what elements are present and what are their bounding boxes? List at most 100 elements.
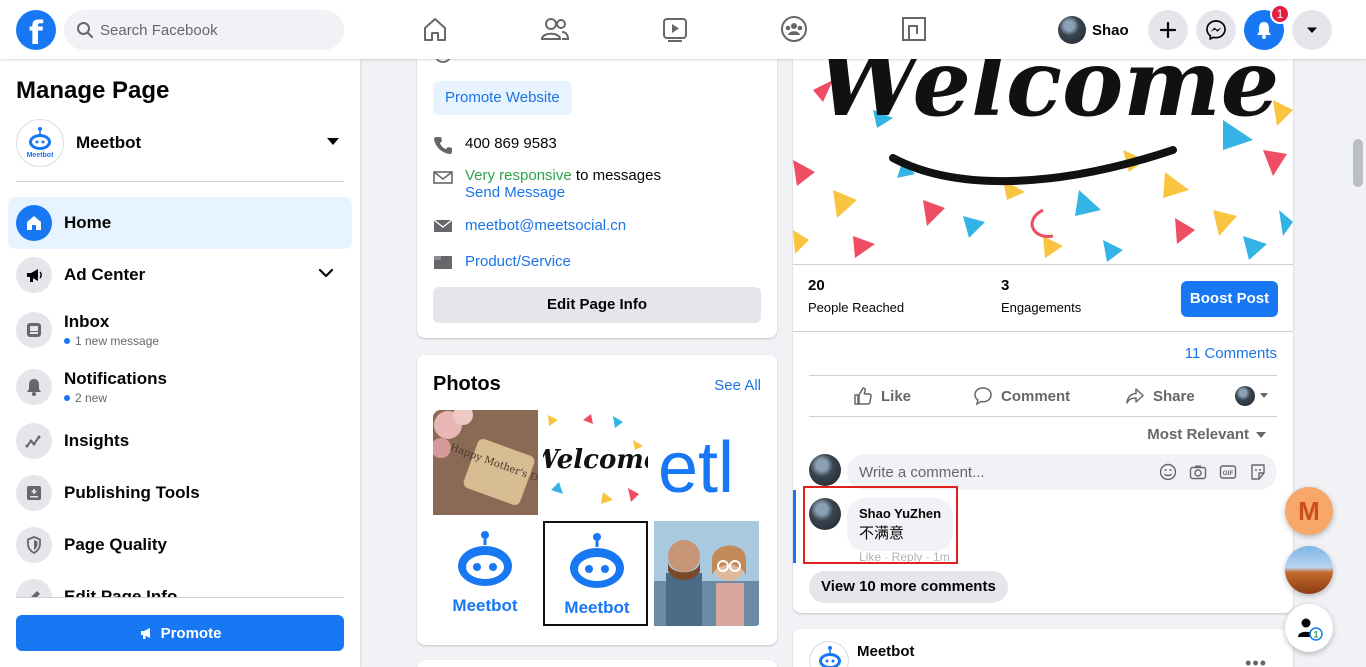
sidebar-item-edit-page-info[interactable]: Edit Page Info xyxy=(8,571,352,597)
page-switcher[interactable]: Meetbot Meetbot xyxy=(16,119,344,167)
edit-page-info-button[interactable]: Edit Page Info xyxy=(433,287,761,323)
pencil-icon xyxy=(16,579,52,597)
email-row: meetbot@meetsocial.cn xyxy=(433,217,626,234)
photo-mothers-day[interactable]: Happy Mother's Day! xyxy=(433,410,538,515)
gaming-icon[interactable] xyxy=(899,14,929,44)
search-icon xyxy=(76,21,94,39)
sidebar-item-label: Notifications xyxy=(64,368,167,388)
sidebar-item-ad-center[interactable]: Ad Center xyxy=(8,249,352,301)
emoji-icon[interactable] xyxy=(1159,463,1177,481)
sticker-icon[interactable] xyxy=(1249,463,1267,481)
see-all-photos-link[interactable]: See All xyxy=(714,377,761,394)
create-button[interactable] xyxy=(1148,10,1188,50)
search-box[interactable] xyxy=(64,10,344,50)
boost-post-button[interactable]: Boost Post xyxy=(1181,281,1278,317)
write-comment-box[interactable]: GIF xyxy=(847,454,1277,490)
sidebar-item-label: Edit Page Info xyxy=(64,587,178,597)
more-options-icon[interactable]: ••• xyxy=(1245,653,1267,667)
view-more-comments-button[interactable]: View 10 more comments xyxy=(809,571,1008,603)
photo-meetbot-1[interactable]: Meetbot xyxy=(433,521,538,626)
search-input[interactable] xyxy=(100,10,336,50)
photo-couple[interactable] xyxy=(654,521,759,626)
photo-grid: Happy Mother's Day! Welcome etl Meetbot … xyxy=(433,410,761,627)
svg-text:Welcome: Welcome xyxy=(543,445,648,475)
facebook-logo[interactable]: f xyxy=(16,10,56,50)
promote-button[interactable]: Promote xyxy=(16,615,344,651)
unread-dot xyxy=(64,337,70,344)
new-comment-indicator xyxy=(793,490,796,563)
photo-etl[interactable]: etl xyxy=(654,410,759,515)
photos-title: Photos xyxy=(433,373,501,395)
gif-icon[interactable]: GIF xyxy=(1219,463,1237,481)
new-message-chathead[interactable]: 1 xyxy=(1285,604,1333,652)
sidebar-item-label: Inbox xyxy=(64,311,110,331)
caret-down-icon xyxy=(1256,431,1266,438)
profile-name: Shao xyxy=(1092,21,1129,39)
phone-number[interactable]: 400 869 9583 xyxy=(465,135,557,152)
photo-meetbot-2[interactable]: Meetbot xyxy=(543,521,648,626)
like-button[interactable]: Like xyxy=(853,376,911,416)
comment-sort-dropdown[interactable]: Most Relevant xyxy=(1147,426,1267,443)
caret-down-icon[interactable] xyxy=(326,137,340,147)
people-reached-stat[interactable]: 20 People Reached xyxy=(808,277,904,315)
sidebar-item-notifications[interactable]: Notifications 2 new xyxy=(8,358,352,415)
watch-icon[interactable] xyxy=(660,14,690,44)
responsive-suffix: to messages xyxy=(571,167,661,184)
post-as-selector[interactable] xyxy=(1235,376,1269,416)
sidebar-item-label: Page Quality xyxy=(64,535,167,554)
write-comment-row: GIF xyxy=(809,454,1277,490)
engagements-stat[interactable]: 3 Engagements xyxy=(1001,277,1081,315)
share-icon xyxy=(1126,388,1144,404)
comment-input[interactable] xyxy=(859,454,1149,490)
profile-chip[interactable]: Shao xyxy=(1058,12,1129,48)
chathead-landscape[interactable] xyxy=(1285,546,1333,594)
sidebar-item-inbox[interactable]: Inbox 1 new message xyxy=(8,301,352,358)
commenter-avatar xyxy=(809,454,841,486)
promote-website-button[interactable]: Promote Website xyxy=(433,81,572,115)
chevron-down-icon[interactable] xyxy=(318,265,334,281)
post-image-welcome[interactable]: Welcome xyxy=(793,40,1293,264)
send-message-link[interactable]: Send Message xyxy=(465,184,565,201)
comment-attachment-icons: GIF xyxy=(1159,463,1267,481)
envelope-icon xyxy=(433,218,453,234)
scrollbar-thumb[interactable] xyxy=(1353,139,1363,187)
chathead-m[interactable]: M xyxy=(1285,487,1333,535)
email-link[interactable]: meetbot@meetsocial.cn xyxy=(465,217,626,234)
thumbs-up-icon xyxy=(854,387,872,405)
svg-text:Meetbot: Meetbot xyxy=(452,596,518,615)
svg-text:etl: etl xyxy=(658,428,734,508)
caret-down-icon xyxy=(1260,393,1268,398)
home-icon xyxy=(16,205,52,241)
sidebar-item-home[interactable]: Home xyxy=(8,197,352,249)
messenger-button[interactable] xyxy=(1196,10,1236,50)
groups-icon[interactable] xyxy=(779,14,809,44)
sidebar-item-label: Ad Center xyxy=(64,265,146,284)
camera-icon[interactable] xyxy=(1189,463,1207,481)
messenger-icon xyxy=(1206,20,1226,40)
post-card: Welcome 20 People Reached 3 Engagements … xyxy=(793,40,1293,613)
meetbot-avatar[interactable] xyxy=(809,641,849,667)
home-icon[interactable] xyxy=(420,14,450,44)
comment-button[interactable]: Comment xyxy=(973,376,1070,416)
sidebar-item-publishing-tools[interactable]: Publishing Tools xyxy=(8,467,352,519)
comments-count-link[interactable]: 11 Comments xyxy=(1185,345,1277,362)
account-menu-button[interactable] xyxy=(1292,10,1332,50)
share-button[interactable]: Share xyxy=(1125,376,1195,416)
photo-welcome[interactable]: Welcome xyxy=(543,410,648,515)
message-icon xyxy=(433,168,453,186)
sidebar-item-page-quality[interactable]: Page Quality xyxy=(8,519,352,571)
sidebar-menu: Home Ad Center Inbox 1 new message Notif… xyxy=(8,197,352,597)
people-icon[interactable] xyxy=(540,14,570,44)
post-author[interactable]: Meetbot xyxy=(857,643,915,660)
page-scrollbar[interactable] xyxy=(1350,59,1366,667)
meetbot-logo-icon xyxy=(819,646,841,667)
bell-icon xyxy=(1257,22,1271,39)
category-link[interactable]: Product/Service xyxy=(465,253,571,270)
sidebar-item-subtext: 2 new xyxy=(64,391,167,405)
sidebar-item-insights[interactable]: Insights xyxy=(8,415,352,467)
sidebar-divider xyxy=(16,597,344,598)
next-post-card: Meetbot ••• xyxy=(793,629,1293,667)
top-navigation-bar: f Shao 1 xyxy=(0,0,1366,59)
svg-text:Meetbot: Meetbot xyxy=(27,152,55,159)
chevron-down-icon xyxy=(1307,27,1317,33)
